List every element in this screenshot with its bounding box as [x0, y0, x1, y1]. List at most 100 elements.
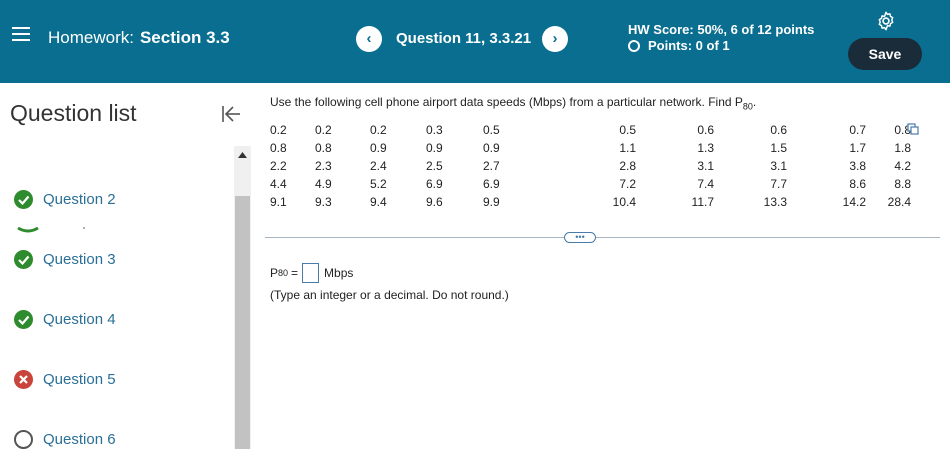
- data-cell: 4.9: [315, 177, 332, 191]
- scroll-thumb[interactable]: [235, 196, 250, 449]
- data-cell: 1.7: [849, 141, 866, 155]
- menu-icon[interactable]: [12, 27, 30, 43]
- homework-label: Homework:: [48, 28, 134, 47]
- data-cell: 3.1: [697, 159, 714, 173]
- question-title: Question 11, 3.3.21: [396, 30, 532, 47]
- data-cell: 0.9: [370, 141, 387, 155]
- question-list-panel: Question list Question 2 Question 3 Ques…: [0, 83, 254, 449]
- data-cell: 0.6: [770, 123, 787, 137]
- question-item-label: Question 5: [43, 370, 116, 388]
- data-cell: 0.2: [370, 123, 387, 137]
- data-cell: 0.3: [426, 123, 443, 137]
- data-cell: 0.2: [270, 123, 287, 137]
- answer-subscript: 80: [278, 268, 289, 278]
- data-cell: 2.4: [370, 159, 387, 173]
- question-item-label: Question 2: [43, 190, 116, 208]
- points-status: Points: 0 of 1: [628, 38, 730, 53]
- data-cell: 7.4: [697, 177, 714, 191]
- copy-data-icon[interactable]: [907, 123, 919, 135]
- data-cell: 0.5: [483, 123, 500, 137]
- top-bar: Homework: Section 3.3 ‹ Question 11, 3.3.…: [0, 0, 950, 83]
- data-cell: 0.8: [270, 141, 287, 155]
- data-row: 0.8 0.8 0.9 0.9 0.9 1.1 1.3 1.5 1.7 1.8: [270, 139, 911, 157]
- more-button[interactable]: •••: [564, 232, 596, 243]
- data-cell: 2.2: [270, 159, 287, 173]
- check-circle-icon: [14, 309, 33, 329]
- data-row: 4.4 4.9 5.2 6.9 6.9 7.2 7.4 7.7 8.6 8.8: [270, 175, 911, 193]
- points-text: Points: 0 of 1: [648, 38, 730, 53]
- answer-row: P 80 = Mbps: [270, 263, 353, 283]
- data-cell: 2.3: [315, 159, 332, 173]
- data-cell: 9.9: [483, 195, 500, 209]
- data-cell: 1.5: [770, 141, 787, 155]
- data-cell: 2.5: [426, 159, 443, 173]
- collapse-panel-icon[interactable]: [220, 103, 242, 125]
- data-cell: 14.2: [842, 195, 866, 209]
- answer-input[interactable]: [302, 263, 320, 283]
- data-cell: 3.8: [849, 159, 866, 173]
- answer-label: P: [270, 266, 279, 280]
- data-cell: 10.4: [612, 195, 636, 209]
- data-cell: 4.2: [894, 159, 911, 173]
- data-cell: 1.1: [619, 141, 636, 155]
- data-speed-table: 0.2 0.2 0.2 0.3 0.5 0.5 0.6 0.6 0.7 0.8 0.8 0.8 0.9 0…: [270, 121, 911, 211]
- data-cell: 0.8: [315, 141, 332, 155]
- question-list-scrollbar[interactable]: [234, 146, 251, 449]
- data-cell: 7.2: [619, 177, 636, 191]
- scroll-up-arrow-icon[interactable]: [234, 150, 251, 160]
- next-question-button[interactable]: ›: [542, 26, 568, 52]
- prompt-end: .: [752, 95, 757, 109]
- section-name: Section 3.3: [139, 28, 230, 47]
- data-cell: 0.6: [697, 123, 714, 137]
- question-item-label: Question 4: [43, 310, 116, 328]
- answer-unit: Mbps: [324, 266, 354, 280]
- data-cell: 2.8: [619, 159, 636, 173]
- data-cell: 8.6: [849, 177, 866, 191]
- question-item-2[interactable]: Question 2: [14, 189, 116, 209]
- data-cell: 0.8: [894, 123, 911, 137]
- data-cell: 6.9: [426, 177, 443, 191]
- question-item-5[interactable]: Question 5: [14, 369, 116, 389]
- data-cell: 9.4: [370, 195, 387, 209]
- question-item-4[interactable]: Question 4: [14, 309, 116, 329]
- data-row: 9.1 9.3 9.4 9.6 9.9 10.4 11.7 13.3 14.2 28.4: [270, 193, 911, 211]
- section-divider: [265, 237, 940, 238]
- data-cell: 1.8: [894, 141, 911, 155]
- data-cell: 2.7: [483, 159, 500, 173]
- data-cell: 0.7: [849, 123, 866, 137]
- data-cell: 13.3: [763, 195, 787, 209]
- x-circle-icon: [14, 369, 33, 389]
- data-row: 2.2 2.3 2.4 2.5 2.7 2.8 3.1 3.1 3.8 4.2: [270, 157, 911, 175]
- data-cell: 1.3: [697, 141, 714, 155]
- data-cell: 0.9: [426, 141, 443, 155]
- check-circle-icon: [14, 249, 33, 269]
- homework-title: Homework: Section 3.3: [48, 28, 230, 48]
- data-cell: 0.2: [315, 123, 332, 137]
- question-prompt: Use the following cell phone airport dat…: [270, 95, 756, 111]
- answer-hint: (Type an integer or a decimal. Do not ro…: [270, 288, 509, 302]
- partial-question-item: [14, 223, 94, 233]
- question-item-label: Question 3: [43, 250, 116, 268]
- question-item-3[interactable]: Question 3: [14, 249, 116, 269]
- data-cell: 4.4: [270, 177, 287, 191]
- data-row: 0.2 0.2 0.2 0.3 0.5 0.5 0.6 0.6 0.7 0.8: [270, 121, 911, 139]
- data-cell: 28.4: [887, 195, 911, 209]
- question-item-label: Question 6: [43, 430, 116, 448]
- data-cell: 0.5: [619, 123, 636, 137]
- save-button[interactable]: Save: [848, 38, 922, 70]
- data-cell: 9.3: [315, 195, 332, 209]
- data-cell: 11.7: [691, 195, 714, 209]
- prompt-subscript: 80: [742, 101, 753, 112]
- previous-question-button[interactable]: ‹: [356, 26, 382, 52]
- hw-score: HW Score: 50%, 6 of 12 points: [628, 22, 815, 37]
- data-cell: 9.6: [426, 195, 443, 209]
- data-cell: 0.9: [483, 141, 500, 155]
- points-circle-icon: [628, 39, 640, 52]
- prompt-text: Use the following cell phone airport dat…: [270, 95, 743, 109]
- data-cell: 7.7: [770, 177, 787, 191]
- check-circle-icon: [14, 189, 33, 209]
- answer-equals: =: [291, 266, 299, 280]
- data-cell: 8.8: [894, 177, 911, 191]
- gear-icon[interactable]: [875, 10, 897, 32]
- question-item-6[interactable]: Question 6: [14, 429, 116, 449]
